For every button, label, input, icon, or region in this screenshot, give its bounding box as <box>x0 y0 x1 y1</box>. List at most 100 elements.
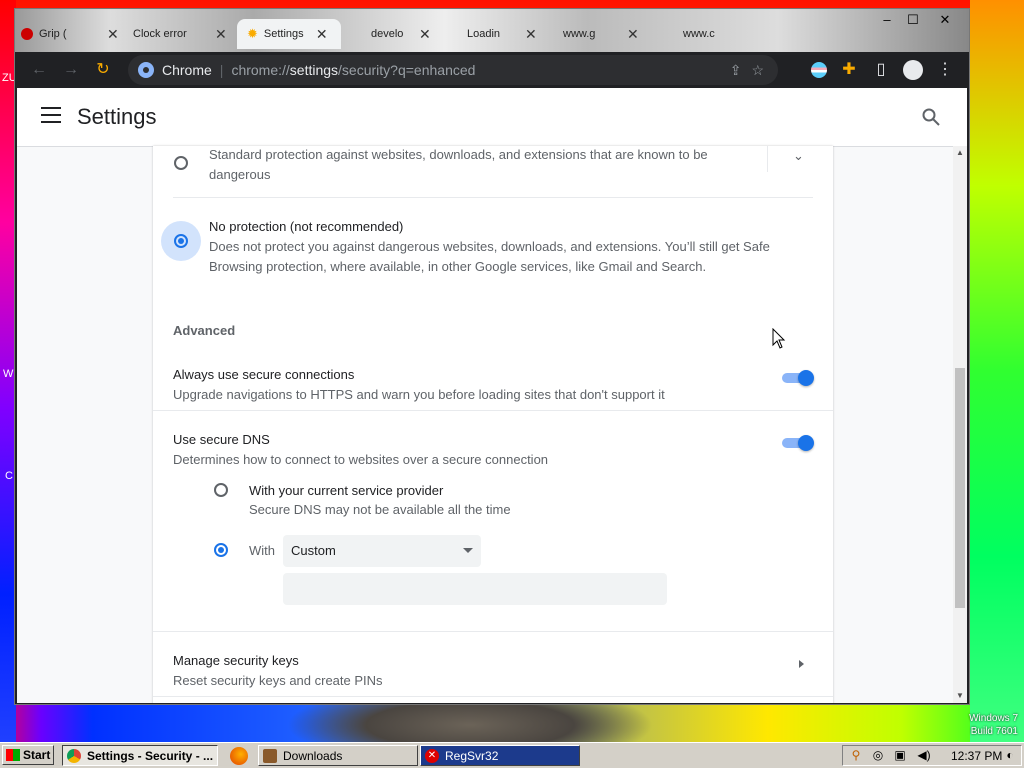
page-scrollbar[interactable]: ▲ ▼ <box>953 146 967 703</box>
forward-icon[interactable]: → <box>59 58 83 82</box>
scroll-up-icon[interactable]: ▲ <box>955 148 965 158</box>
error-icon: ✕ <box>425 748 439 763</box>
url-separator: | <box>219 62 224 78</box>
tab-grip[interactable]: Grip ( ✕ <box>21 19 131 49</box>
current-provider-radio[interactable] <box>214 483 228 497</box>
custom-provider-label: With <box>249 543 275 558</box>
tab-close-icon[interactable]: ✕ <box>316 26 328 43</box>
taskbar-item-regsvr32[interactable]: ✕ RegSvr32 <box>420 745 580 766</box>
tab-title: Grip ( <box>39 28 67 40</box>
security-card: Standard protection against websites, do… <box>153 146 833 703</box>
address-bar[interactable]: Chrome | chrome://settings/security?q=en… <box>128 55 778 85</box>
tab-favicon-icon <box>21 28 33 40</box>
scroll-down-icon[interactable]: ▼ <box>955 691 965 701</box>
hamburger-menu-icon[interactable] <box>41 107 61 123</box>
custom-provider-radio[interactable] <box>214 543 228 557</box>
secure-connections-toggle[interactable] <box>780 370 814 386</box>
start-button[interactable]: Start <box>2 745 54 765</box>
settings-page: Settings Standard protection against web… <box>17 88 967 703</box>
tab-title: Clock error <box>133 28 187 40</box>
tab-close-icon[interactable]: ✕ <box>215 26 227 43</box>
tab-close-icon[interactable]: ✕ <box>107 26 119 43</box>
security-keys-desc: Reset security keys and create PINs <box>173 673 383 688</box>
bookmark-star-icon[interactable]: ☆ <box>751 62 764 79</box>
standard-protection-desc: Standard protection against websites, do… <box>209 147 708 182</box>
url-path: /security?q=enhanced <box>338 62 476 78</box>
side-panel-icon[interactable]: ▯ <box>869 58 893 82</box>
taskbar-item-settings[interactable]: Settings - Security - ... <box>62 745 218 766</box>
minimize-icon[interactable]: – <box>873 11 901 29</box>
taskbar: Start Settings - Security - ... Download… <box>0 742 1024 768</box>
tab-title: www.g <box>563 28 596 40</box>
secure-dns-desc: Determines how to connect to websites ov… <box>173 452 549 467</box>
secure-connections-title: Always use secure connections <box>173 367 355 382</box>
dns-provider-select[interactable]: Custom <box>283 535 481 567</box>
account-avatar[interactable] <box>901 58 925 82</box>
profile-flag-icon[interactable] <box>807 58 831 82</box>
network-icon[interactable]: ◎ <box>871 748 885 762</box>
wallpaper-right-strip <box>970 0 1024 742</box>
chrome-icon <box>138 62 154 78</box>
tab-close-icon[interactable]: ✕ <box>419 26 431 43</box>
tab-clock-error[interactable]: Clock error ✕ <box>133 19 243 49</box>
tab-loading[interactable]: Loadin ✕ <box>467 19 547 49</box>
current-provider-desc: Secure DNS may not be available all the … <box>249 502 511 517</box>
tab-title: Settings <box>263 28 304 40</box>
back-icon[interactable]: ← <box>27 58 51 82</box>
tab-settings[interactable]: ✹ Settings ✕ <box>237 19 341 49</box>
row-divider <box>153 410 833 411</box>
windows-logo-icon <box>6 749 20 761</box>
tab-close-icon[interactable]: ✕ <box>627 26 639 43</box>
tab-strip: Grip ( ✕ Clock error ✕ ✹ Settings ✕ deve… <box>15 9 969 52</box>
volume-icon[interactable]: ◀) <box>917 748 931 762</box>
downloads-icon <box>263 748 277 763</box>
taskbar-item-downloads[interactable]: Downloads <box>258 745 418 766</box>
display-icon[interactable]: ▣ <box>893 748 907 762</box>
security-keys-row[interactable]: Manage security keys Reset security keys… <box>153 632 833 696</box>
maximize-icon[interactable]: ☐ <box>899 11 927 29</box>
tab-www-g[interactable]: www.g ✕ <box>563 19 653 49</box>
tab-title: www.c <box>683 28 715 40</box>
url-host: settings <box>289 62 339 78</box>
no-protection-title: No protection (not recommended) <box>209 219 404 234</box>
firefox-icon[interactable] <box>230 747 248 765</box>
chevron-right-icon <box>799 660 804 668</box>
close-window-icon[interactable]: ✕ <box>931 11 959 29</box>
reload-icon[interactable]: ↻ <box>91 58 115 82</box>
search-icon[interactable]: ⚲ <box>849 748 863 762</box>
no-protection-radio[interactable] <box>174 234 188 248</box>
tab-close-icon[interactable]: ✕ <box>525 26 537 43</box>
windows-watermark: Windows 7 Build 7601 <box>969 712 1018 738</box>
watermark-edition: Windows 7 <box>969 713 1018 724</box>
search-icon[interactable] <box>921 107 941 127</box>
desktop-icon-label[interactable]: W <box>3 368 13 380</box>
desktop-icon-label[interactable]: C <box>5 470 13 482</box>
mouse-cursor-icon <box>772 328 786 349</box>
chrome-label: Chrome <box>162 62 212 78</box>
share-icon[interactable]: ⇪ <box>730 62 742 79</box>
custom-dns-input[interactable] <box>283 573 667 605</box>
secure-dns-toggle[interactable] <box>780 435 814 451</box>
start-label: Start <box>23 748 51 762</box>
watermark-build: Build 7601 <box>970 726 1018 737</box>
taskbar-item-label: Settings - Security - ... <box>87 748 214 763</box>
settings-header: Settings <box>17 88 967 147</box>
taskbar-clock[interactable]: 12:37 PM <box>951 749 1002 763</box>
tab-develop[interactable]: develo ✕ <box>371 19 435 49</box>
scrollbar-thumb[interactable] <box>955 368 965 608</box>
page-title: Settings <box>77 104 157 129</box>
menu-dots-icon[interactable]: ⋮ <box>933 58 957 82</box>
standard-protection-radio[interactable] <box>174 156 188 170</box>
expand-divider <box>767 146 768 172</box>
chrome-icon <box>67 748 81 763</box>
extensions-icon[interactable]: ✚ <box>837 58 861 82</box>
taskbar-item-label: Downloads <box>283 748 343 763</box>
tab-www-c[interactable]: www.c <box>683 19 743 49</box>
notification-icon[interactable]: ◐ <box>1003 748 1017 762</box>
secure-dns-title: Use secure DNS <box>173 432 270 447</box>
chevron-down-icon[interactable]: ⌄ <box>793 148 804 164</box>
tab-title: Loadin <box>467 28 501 40</box>
row-divider <box>173 197 813 198</box>
gear-icon: ✹ <box>247 26 258 41</box>
browser-toolbar: ← → ↻ Chrome | chrome://settings/securit… <box>15 52 969 88</box>
